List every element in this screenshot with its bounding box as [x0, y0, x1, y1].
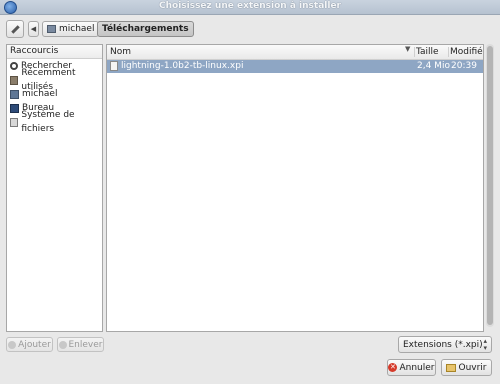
add-label: Ajouter — [18, 339, 51, 350]
crumb-downloads[interactable]: Téléchargements — [97, 21, 194, 37]
sidebar-item-filesystem[interactable]: Système de fichiers — [7, 110, 102, 134]
column-name[interactable]: Nom — [110, 45, 415, 59]
sort-descending-icon: ▼ — [405, 45, 411, 53]
add-icon — [8, 340, 17, 349]
pencil-icon — [10, 24, 20, 34]
file-list: Nom ▼ Taille Modifié lightning-1.0b2-tb-… — [106, 44, 484, 332]
remove-icon — [58, 340, 67, 349]
home-folder-icon — [10, 89, 19, 99]
remove-label: Enlever — [68, 339, 103, 350]
cancel-icon: ✕ — [388, 363, 398, 372]
cancel-button[interactable]: ✕ Annuler — [387, 359, 436, 376]
column-modified[interactable]: Modifié — [450, 45, 484, 59]
column-divider — [414, 47, 415, 57]
scrollbar-thumb[interactable] — [487, 46, 493, 325]
vertical-scrollbar[interactable] — [486, 44, 494, 327]
file-name: lightning-1.0b2-tb-linux.xpi — [121, 61, 244, 71]
type-location-button[interactable] — [6, 20, 24, 38]
crumb-home-folder[interactable]: michael — [42, 21, 100, 37]
sidebar-item-recent[interactable]: Récemment utilisés — [7, 68, 102, 92]
crumb-label: michael — [59, 24, 95, 34]
column-header-row: Nom ▼ Taille Modifié — [107, 45, 483, 60]
path-back-button[interactable]: ◀ — [28, 21, 39, 37]
drive-icon — [10, 117, 19, 127]
file-type-filter[interactable]: Extensions (*.xpi) ▴ ▾ — [398, 336, 492, 353]
crumb-label: Téléchargements — [102, 24, 189, 34]
places-sidebar: Raccourcis Rechercher Récemment utilisés… — [6, 44, 103, 332]
updown-arrows-icon: ▴ ▾ — [483, 336, 487, 352]
open-button[interactable]: Ouvrir — [441, 359, 492, 376]
file-row[interactable]: lightning-1.0b2-tb-linux.xpi 2,4 Mio 20:… — [107, 60, 483, 73]
path-toolbar: ◀ michael Téléchargements — [6, 20, 494, 38]
column-divider — [448, 47, 449, 57]
home-folder-icon — [47, 25, 56, 33]
recent-icon — [10, 75, 19, 85]
sidebar-item-label: Système de fichiers — [21, 110, 75, 134]
add-bookmark-button[interactable]: Ajouter — [6, 337, 53, 352]
search-icon — [10, 62, 18, 70]
open-label: Ouvrir — [458, 362, 487, 373]
column-size[interactable]: Taille — [416, 45, 449, 59]
file-size: 2,4 Mio — [417, 61, 450, 71]
filter-value: Extensions (*.xpi) — [403, 339, 483, 350]
file-modified: 20:39 — [451, 61, 477, 71]
remove-bookmark-button[interactable]: Enlever — [57, 337, 104, 352]
sidebar-header[interactable]: Raccourcis — [7, 45, 102, 59]
sidebar-item-label: michael — [22, 89, 58, 99]
desktop-icon — [10, 103, 19, 113]
cancel-label: Annuler — [399, 362, 435, 373]
window-title: Choisissez une extension à installer — [159, 1, 341, 11]
title-bar: Choisissez une extension à installer — [0, 0, 500, 15]
file-icon — [110, 61, 118, 71]
folder-open-icon — [446, 363, 457, 372]
chevron-left-icon: ◀ — [30, 25, 37, 33]
